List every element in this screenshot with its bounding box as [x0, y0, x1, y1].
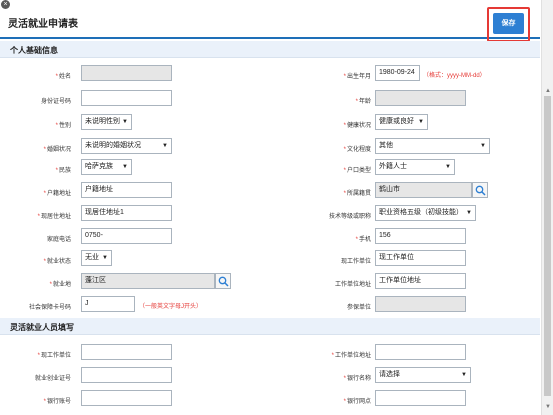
bank-branch-label: *银行网点: [343, 399, 371, 405]
ethnic-label: *民族: [55, 168, 71, 174]
form-row: *就业状态 无业 ▼ 现工作单位 现工作单位: [0, 248, 540, 272]
mobile-label: *手机: [355, 237, 371, 243]
chevron-down-icon: ▼: [102, 255, 108, 261]
save-button-highlight: 保存: [487, 7, 530, 42]
marital-label: *婚姻状况: [43, 147, 71, 153]
scrollbar[interactable]: ▲ ▼: [541, 0, 553, 415]
gender-label: *性别: [55, 123, 71, 129]
age-field: [375, 90, 466, 106]
health-select[interactable]: 健康或良好 ▼: [375, 114, 428, 130]
insured-unit-label: 参保单位: [346, 305, 371, 311]
flex-unit-addr-label: *工作单位地址: [331, 353, 371, 359]
form-row: *现居住地址 现居住地址1 技术等级或职称 职业资格五级（初级技能） ▼: [0, 203, 540, 227]
form-row: *户籍地址 户籍地址 *所属籍贯 鹤山市: [0, 180, 540, 204]
work-unit-field[interactable]: 现工作单位: [375, 250, 466, 266]
search-icon[interactable]: [215, 273, 231, 289]
origin-label: *所属籍贯: [343, 191, 371, 197]
section-title: 个人基础信息: [10, 46, 58, 55]
marital-select[interactable]: 未说明的婚姻状况 ▼: [81, 138, 172, 154]
idcard-field[interactable]: [81, 90, 172, 106]
bank-branch-field[interactable]: [375, 390, 466, 406]
hukou-type-label: *户口类型: [343, 168, 371, 174]
form-row: 社会保障卡号码 J （一般英文字母J开头） 参保单位: [0, 294, 540, 318]
form-row: *性别 未说明性别 ▼ *健康状况 健康或良好 ▼: [0, 112, 540, 136]
birth-hint: （格式：yyyy-MM-dd）: [423, 73, 486, 79]
age-label: *年龄: [355, 99, 371, 105]
form-row: *就业地 蓬江区 工作单位地址 工作单位地址: [0, 271, 540, 295]
ssn-hint: （一般英文字母J开头）: [139, 304, 203, 310]
form-row: *姓名 *出生年月 1980-09-24 （格式：yyyy-MM-dd）: [0, 63, 540, 87]
ethnic-select[interactable]: 哈萨克族 ▼: [81, 159, 132, 175]
chevron-down-icon: ▼: [122, 119, 128, 125]
chevron-down-icon: ▼: [480, 143, 486, 149]
insured-unit-field: [375, 296, 466, 312]
hukou-type-select[interactable]: 外籍人士 ▼: [375, 159, 455, 175]
flex-unit-addr-field[interactable]: [375, 344, 466, 360]
birth-field[interactable]: 1980-09-24: [375, 65, 420, 81]
chevron-down-icon: ▼: [418, 119, 424, 125]
gender-select[interactable]: 未说明性别 ▼: [81, 114, 132, 130]
entrepreneur-field[interactable]: [81, 367, 172, 383]
scroll-down-icon[interactable]: ▼: [545, 404, 551, 410]
emp-place-label: *就业地: [49, 282, 71, 288]
emp-place-field[interactable]: 蓬江区: [81, 273, 215, 289]
ssn-field[interactable]: J: [81, 296, 135, 312]
home-phone-label: 家庭电话: [46, 237, 71, 243]
bank-acct-field[interactable]: [81, 390, 172, 406]
chevron-down-icon: ▼: [445, 164, 451, 170]
chevron-down-icon: ▼: [122, 164, 128, 170]
unit-addr-field[interactable]: 工作单位地址: [375, 273, 466, 289]
bank-label: *银行名称: [343, 376, 371, 382]
emp-status-label: *就业状态: [43, 259, 71, 265]
form-row: *现工作单位 *工作单位地址: [0, 342, 540, 366]
residence-label: *现居住地址: [37, 214, 71, 220]
emp-status-select[interactable]: 无业 ▼: [81, 250, 112, 266]
birth-label: *出生年月: [343, 74, 371, 80]
save-button[interactable]: 保存: [493, 13, 524, 34]
name-label: *姓名: [55, 74, 71, 80]
name-field[interactable]: [81, 65, 172, 81]
home-phone-field[interactable]: 0750-: [81, 228, 172, 244]
form-header: 灵活就业申请表 保存: [0, 5, 540, 42]
residence-field[interactable]: 现居住地址1: [81, 205, 172, 221]
section-basic-info: 个人基础信息: [0, 41, 540, 58]
entrepreneur-label: 就业创业证号: [34, 376, 71, 382]
hukou-addr-label: *户籍地址: [43, 191, 71, 197]
form-row: 家庭电话 0750- *手机 156: [0, 226, 540, 250]
education-label: *文化程度: [343, 147, 371, 153]
chevron-down-icon: ▼: [461, 372, 467, 378]
health-label: *健康状况: [343, 123, 371, 129]
hukou-addr-field[interactable]: 户籍地址: [81, 182, 172, 198]
scrollbar-thumb[interactable]: [544, 96, 551, 396]
work-unit-label: 现工作单位: [340, 259, 371, 265]
chevron-down-icon: ▼: [162, 143, 168, 149]
search-icon[interactable]: [472, 182, 488, 198]
flex-unit-label: *现工作单位: [37, 353, 71, 359]
mobile-field[interactable]: 156: [375, 228, 466, 244]
bank-acct-label: *银行账号: [43, 399, 71, 405]
ssn-label: 社会保障卡号码: [28, 305, 71, 311]
form-row: *银行账号 *银行网点: [0, 388, 540, 412]
skill-label: 技术等级或职称: [328, 214, 371, 220]
close-icon[interactable]: ×: [1, 0, 10, 9]
unit-addr-label: 工作单位地址: [334, 282, 371, 288]
chevron-down-icon: ▼: [466, 210, 472, 216]
idcard-label: 身份证号码: [40, 99, 71, 105]
form-row: *民族 哈萨克族 ▼ *户口类型 外籍人士 ▼: [0, 157, 540, 181]
form-row: 身份证号码 *年龄: [0, 88, 540, 112]
education-select[interactable]: 其他 ▼: [375, 138, 490, 154]
skill-select[interactable]: 职业资格五级（初级技能） ▼: [375, 205, 476, 221]
section-flex-employment: 灵活就业人员填写: [0, 318, 540, 335]
section-title: 灵活就业人员填写: [10, 323, 74, 332]
scroll-up-icon[interactable]: ▲: [545, 88, 551, 94]
origin-field[interactable]: 鹤山市: [375, 182, 472, 198]
page-title: 灵活就业申请表: [8, 19, 78, 30]
form-row: 就业创业证号 *银行名称 请选择 ▼: [0, 365, 540, 389]
bank-select[interactable]: 请选择 ▼: [375, 367, 471, 383]
flex-unit-field[interactable]: [81, 344, 172, 360]
